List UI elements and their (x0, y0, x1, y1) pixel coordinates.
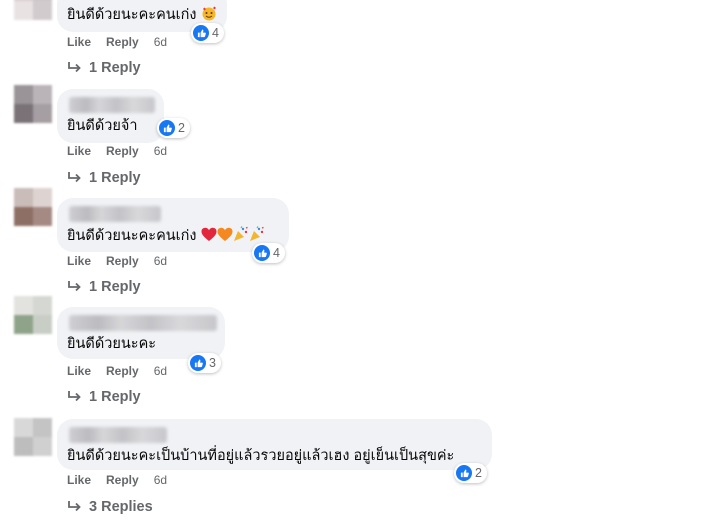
like-button[interactable]: Like (67, 473, 91, 487)
author-name-blurred[interactable] (69, 97, 155, 113)
timestamp[interactable]: 6d (154, 473, 167, 487)
timestamp[interactable]: 6d (154, 254, 167, 268)
view-replies-button[interactable]: 3 Replies (67, 499, 153, 515)
author-name-blurred[interactable] (69, 315, 217, 331)
reaction-count[interactable]: 4 (191, 23, 224, 43)
replies-label: 3 Replies (89, 499, 153, 515)
view-replies-button[interactable]: 1 Reply (67, 60, 141, 76)
reply-button[interactable]: Reply (106, 473, 139, 487)
comment-actions: Like Reply 6d (67, 35, 167, 49)
like-icon (190, 355, 206, 371)
like-icon (456, 465, 472, 481)
reaction-number: 3 (209, 356, 216, 370)
reply-button[interactable]: Reply (106, 254, 139, 268)
party-popper-icon (233, 226, 249, 247)
reply-arrow-icon (68, 281, 81, 292)
comment-text: ยินดีด้วยนะคะคนเก่ง (67, 7, 197, 23)
replies-label: 1 Reply (89, 279, 141, 295)
red-heart-icon (201, 227, 217, 247)
comment-actions: Like Reply 6d (67, 364, 167, 378)
reply-arrow-icon (68, 172, 81, 183)
view-replies-button[interactable]: 1 Reply (67, 389, 141, 405)
reply-arrow-icon (68, 391, 81, 402)
timestamp[interactable]: 6d (154, 364, 167, 378)
timestamp[interactable]: 6d (154, 144, 167, 158)
like-button[interactable]: Like (67, 144, 91, 158)
comment-text: ยินดีด้วยนะคะคนเก่ง (67, 228, 197, 244)
comment-actions: Like Reply 6d (67, 254, 167, 268)
replies-label: 1 Reply (89, 60, 141, 76)
avatar[interactable] (14, 0, 52, 20)
reaction-number: 2 (475, 466, 482, 480)
comment-actions: Like Reply 6d (67, 473, 167, 487)
replies-label: 1 Reply (89, 170, 141, 186)
comment-text: ยินดีด้วยจ้า (67, 118, 138, 134)
reaction-number: 4 (273, 246, 280, 260)
like-icon (193, 25, 209, 41)
reply-button[interactable]: Reply (106, 35, 139, 49)
reply-button[interactable]: Reply (106, 364, 139, 378)
avatar[interactable] (14, 188, 52, 226)
reply-button[interactable]: Reply (106, 144, 139, 158)
author-name-blurred[interactable] (69, 427, 167, 443)
timestamp[interactable]: 6d (154, 35, 167, 49)
avatar[interactable] (14, 296, 52, 334)
reply-arrow-icon (68, 62, 81, 73)
like-icon (159, 120, 175, 136)
reply-arrow-icon (68, 501, 81, 512)
reaction-number: 2 (178, 121, 185, 135)
reaction-count[interactable]: 2 (157, 118, 190, 138)
replies-label: 1 Reply (89, 389, 141, 405)
avatar[interactable] (14, 85, 52, 123)
like-button[interactable]: Like (67, 35, 91, 49)
orange-heart-icon (217, 227, 233, 247)
comment-bubble: ยินดีด้วยนะคะคนเก่ง (57, 198, 289, 252)
reaction-count[interactable]: 2 (454, 463, 487, 483)
view-replies-button[interactable]: 1 Reply (67, 279, 141, 295)
comment-actions: Like Reply 6d (67, 144, 167, 158)
comment-bubble: ยินดีด้วยนะคะ (57, 307, 225, 359)
comment-bubble: ยินดีด้วยนะคะเป็นบ้านที่อยู่แล้วรวยอยู่แ… (57, 419, 492, 470)
like-button[interactable]: Like (67, 364, 91, 378)
author-name-blurred[interactable] (69, 206, 161, 222)
comment-bubble: ยินดีด้วยจ้า (57, 89, 164, 143)
like-button[interactable]: Like (67, 254, 91, 268)
reaction-number: 4 (212, 26, 219, 40)
view-replies-button[interactable]: 1 Reply (67, 170, 141, 186)
reaction-count[interactable]: 4 (252, 243, 285, 263)
comment-text: ยินดีด้วยนะคะ (67, 336, 157, 352)
like-icon (254, 245, 270, 261)
reaction-count[interactable]: 3 (188, 353, 221, 373)
avatar[interactable] (14, 418, 52, 456)
comment-text: ยินดีด้วยนะคะเป็นบ้านที่อยู่แล้วรวยอยู่แ… (67, 448, 455, 464)
